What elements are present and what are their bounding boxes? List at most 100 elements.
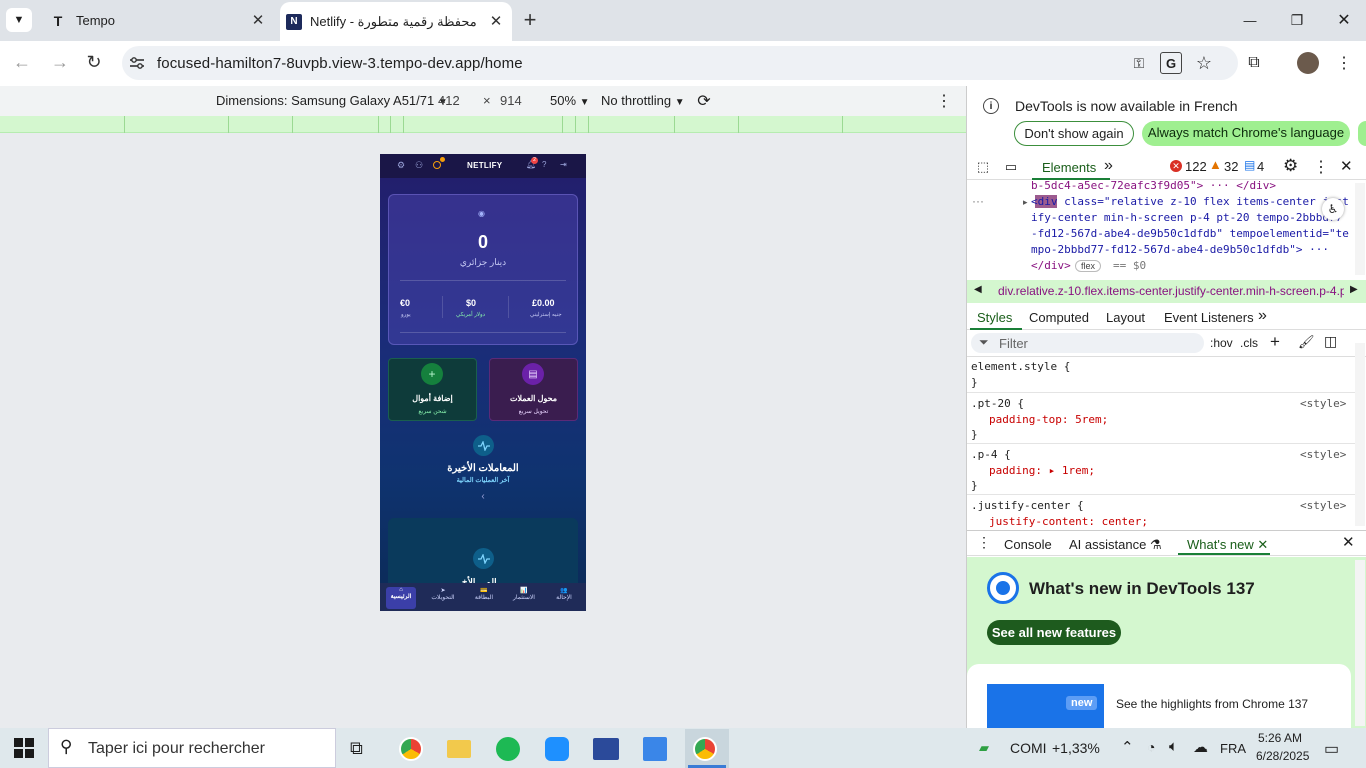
rule-declaration[interactable]: justify-content: center; xyxy=(989,515,1148,528)
nav-referral[interactable]: 👥 الإحالة xyxy=(544,587,584,609)
input-language[interactable]: FRA xyxy=(1220,741,1246,756)
extensions-puzzle-icon[interactable]: ⧉ xyxy=(1243,52,1265,74)
drawer-scrollbar[interactable] xyxy=(1355,560,1365,726)
nav-home[interactable]: ⌂ الرئيسية xyxy=(386,587,416,609)
back-arrow-icon[interactable]: ← xyxy=(10,50,34,74)
expand-triangle-icon[interactable]: ▸ xyxy=(1023,197,1028,208)
spotify-icon[interactable] xyxy=(496,737,520,761)
close-drawer-icon[interactable]: ✕ xyxy=(1342,533,1355,551)
breadcrumb-right-icon[interactable]: ▶ xyxy=(1350,284,1358,295)
help-icon[interactable]: ? xyxy=(542,160,546,169)
dom-line[interactable]: </div> xyxy=(1031,259,1071,272)
dom-scrollbar[interactable] xyxy=(1355,183,1365,275)
rule-declaration[interactable]: padding-top: 5rem; xyxy=(989,413,1108,426)
tab-elements[interactable]: Elements xyxy=(1042,160,1096,175)
breadcrumb[interactable]: div.relative.z-10.flex.items-center.just… xyxy=(998,284,1344,298)
device-height-input[interactable]: 914 xyxy=(500,93,522,108)
rule-declaration[interactable]: padding: ▸ 1rem; xyxy=(989,464,1095,477)
add-rule-icon[interactable]: + xyxy=(1270,332,1280,352)
rule-selector[interactable]: .p-4 { xyxy=(971,448,1011,461)
bookmark-star-icon[interactable]: ☆ xyxy=(1193,52,1215,74)
tab-netlify[interactable]: N Netlify - محفظة رقمية متطورة ✕ xyxy=(280,2,512,41)
forward-arrow-icon[interactable]: → xyxy=(48,50,72,74)
tab-tempo[interactable]: T Tempo ✕ xyxy=(38,0,274,41)
device-dimensions-select[interactable]: Dimensions: Samsung Galaxy A51/71 ▼ xyxy=(216,93,448,108)
inspect-element-icon[interactable]: ⬚ xyxy=(974,158,992,176)
nav-investment[interactable]: 📊 الاستثمار xyxy=(504,587,544,609)
styles-scrollbar[interactable] xyxy=(1355,343,1365,526)
dom-ellipsis-icon[interactable]: ··· xyxy=(972,194,984,208)
error-count[interactable]: 122 xyxy=(1185,159,1207,174)
settings-gear-icon[interactable]: ⚙ xyxy=(1283,156,1298,176)
dom-line[interactable]: <div class="relative z-10 flex items-cen… xyxy=(1031,195,1349,208)
warning-count[interactable]: 32 xyxy=(1224,159,1238,174)
close-window-button[interactable]: ✕ xyxy=(1330,8,1358,32)
chrome-app-icon[interactable] xyxy=(399,737,423,761)
rule-selector[interactable]: .pt-20 { xyxy=(971,397,1024,410)
reload-icon[interactable]: ↻ xyxy=(82,50,106,74)
dom-line[interactable]: mpo-2bbbd77-fd12-567d-abe4-de9b50c1dfdb"… xyxy=(1031,243,1329,256)
network-icon[interactable]: ◔ xyxy=(1147,739,1155,755)
drawer-tab-ai[interactable]: AI assistance ⚗ xyxy=(1069,537,1162,553)
logout-icon[interactable]: ⇥ xyxy=(560,160,567,169)
tab-event-listeners[interactable]: Event Listeners xyxy=(1164,310,1254,325)
rule-source-link[interactable]: <style> xyxy=(1300,397,1346,410)
highlights-text[interactable]: See the highlights from Chrome 137 xyxy=(1116,697,1308,711)
clock-date[interactable]: 6/28/2025 xyxy=(1256,749,1309,763)
eye-icon[interactable]: ◉ xyxy=(478,209,485,218)
tab-computed[interactable]: Computed xyxy=(1029,310,1089,325)
rule-source-link[interactable]: <style> xyxy=(1300,448,1346,461)
close-tab-icon[interactable]: ✕ xyxy=(1257,537,1268,552)
tab-styles[interactable]: Styles xyxy=(977,310,1012,325)
media-query-ruler[interactable] xyxy=(0,116,966,133)
translate-icon[interactable]: G xyxy=(1160,52,1182,74)
zoom-select[interactable]: 50% ▼ xyxy=(550,93,590,108)
sidebar-toggle-icon[interactable]: ◫ xyxy=(1324,333,1337,350)
chevron-left-icon[interactable]: ‹ xyxy=(380,491,586,502)
tab-close-icon[interactable]: ✕ xyxy=(488,13,504,30)
url-text[interactable]: focused-hamilton7-8uvpb.view-3.tempo-dev… xyxy=(157,55,523,72)
dom-tree[interactable]: b-5dc4-a5ec-72eafc3f9d05"> ··· </div> ··… xyxy=(967,181,1357,273)
dom-line[interactable]: ify-center min-h-screen p-4 pt-20 tempo-… xyxy=(1031,211,1342,224)
windows-start-icon[interactable] xyxy=(14,738,34,758)
task-view-icon[interactable]: ⧉ xyxy=(350,738,363,759)
stock-name[interactable]: COMI xyxy=(1010,740,1047,756)
user-icon[interactable]: ⚇ xyxy=(415,160,423,171)
devtools-menu-icon[interactable]: ⋮ xyxy=(1313,157,1329,177)
tab-layout[interactable]: Layout xyxy=(1106,310,1145,325)
drawer-tab-whats-new[interactable]: What's new ✕ xyxy=(1187,537,1268,553)
flex-badge[interactable]: flex xyxy=(1075,260,1102,272)
profile-avatar[interactable] xyxy=(1297,52,1319,74)
cls-toggle[interactable]: .cls xyxy=(1240,336,1258,350)
match-language-button[interactable]: Always match Chrome's language xyxy=(1142,121,1350,146)
device-toolbar-menu-icon[interactable]: ⋮ xyxy=(934,91,954,111)
nav-card[interactable]: 💳 البطاقة xyxy=(464,587,504,609)
site-info-icon[interactable] xyxy=(128,54,146,72)
more-tabs-icon[interactable]: » xyxy=(1104,157,1113,175)
rule-selector[interactable]: element.style { xyxy=(971,360,1070,373)
coin-icon[interactable] xyxy=(433,161,441,169)
volume-icon[interactable]: 🔈︎ xyxy=(1169,738,1178,755)
drawer-menu-icon[interactable]: ⋮ xyxy=(977,534,991,551)
tab-search-chevron-icon[interactable]: ▼ xyxy=(6,8,32,32)
new-tab-button[interactable]: + xyxy=(518,7,542,32)
paint-icon[interactable]: 🖌︎ xyxy=(1298,334,1315,350)
device-width-input[interactable]: 412 xyxy=(438,93,460,108)
stock-change[interactable]: +1,33% xyxy=(1052,740,1100,756)
cloud-icon[interactable]: ☁ xyxy=(1193,738,1208,756)
dom-line[interactable]: b-5dc4-a5ec-72eafc3f9d05"> ··· </div> xyxy=(1031,181,1276,192)
photos-app-icon[interactable] xyxy=(643,737,667,761)
rotate-icon[interactable]: ⟳ xyxy=(694,91,714,111)
dom-line[interactable]: -fd12-567d-abe4-de9b50c1dfdb" tempoeleme… xyxy=(1031,227,1349,240)
notifications-icon[interactable]: ▭ xyxy=(1324,739,1339,759)
maximize-button[interactable]: ❐ xyxy=(1283,8,1311,32)
document-app-icon[interactable] xyxy=(593,738,619,760)
minimize-button[interactable]: — xyxy=(1236,8,1264,32)
message-count[interactable]: 4 xyxy=(1257,159,1264,174)
close-devtools-icon[interactable]: ✕ xyxy=(1340,157,1353,175)
throttling-select[interactable]: No throttling ▼ xyxy=(601,93,685,108)
tab-close-icon[interactable]: ✕ xyxy=(250,12,266,29)
chrome-dev-app-icon[interactable] xyxy=(693,737,717,761)
more-subtabs-icon[interactable]: » xyxy=(1258,307,1267,325)
chrome-menu-icon[interactable]: ⋮ xyxy=(1333,52,1355,74)
